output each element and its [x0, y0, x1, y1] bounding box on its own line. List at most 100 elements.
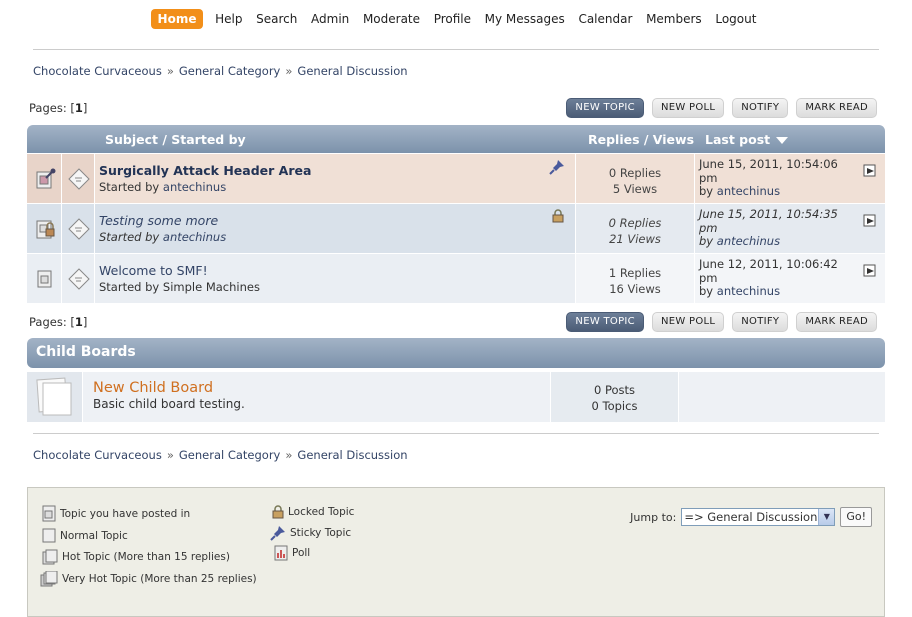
mark-read-button[interactable]: MARK READ	[796, 98, 877, 118]
last-post-author-link[interactable]: antechinus	[717, 184, 780, 198]
nav-search[interactable]: Search	[251, 9, 302, 29]
topic-buttons: NEW TOPIC NEW POLL NOTIFY MARK READ	[566, 312, 877, 332]
topic-table-header: Subject / Started by Replies / Views Las…	[27, 125, 885, 153]
jump-to-label: Jump to:	[630, 510, 677, 524]
breadcrumb: Chocolate Curvaceous » General Category » Ge…	[33, 448, 408, 462]
new-poll-button[interactable]: NEW POLL	[651, 98, 725, 118]
topic-title-link[interactable]: Welcome to SMF!	[99, 263, 575, 278]
pages-close: ]	[82, 101, 88, 115]
subject-header[interactable]: Subject / Started by	[105, 132, 246, 147]
last-post-author-link[interactable]: antechinus	[717, 234, 780, 248]
stats-cell: 1 Replies 16 Views	[576, 254, 695, 303]
breadcrumb: Chocolate Curvaceous » General Category » Ge…	[33, 64, 408, 78]
last-post-date: June 12, 2011, 10:06:42 pm	[699, 257, 838, 285]
message-icon-cell	[62, 204, 95, 253]
topic-legend: Topic you have posted in Normal Topic Ho…	[27, 487, 885, 617]
child-board-row: New Child Board Basic child board testin…	[27, 372, 885, 422]
started-by-label: Started by	[99, 180, 160, 194]
jump-to-form: Jump to: => General Discussion ▼ Go!	[630, 507, 872, 527]
message-icon	[68, 218, 90, 240]
topic-author-link[interactable]: antechinus	[163, 180, 226, 194]
topic-status-cell	[27, 254, 62, 303]
nav-admin[interactable]: Admin	[306, 9, 354, 29]
breadcrumb-forum[interactable]: Chocolate Curvaceous	[33, 448, 162, 462]
notify-button[interactable]: NOTIFY	[732, 98, 789, 118]
posts-count: 0 Posts	[593, 383, 636, 397]
started-by-label: Started by	[99, 230, 160, 244]
current-page[interactable]: 1	[75, 315, 83, 329]
last-post-by-label: by	[699, 284, 714, 298]
child-board-link[interactable]: New Child Board	[93, 380, 550, 396]
go-button[interactable]: Go!	[840, 507, 872, 527]
subject-cell: Testing some more Started by antechinus	[95, 204, 576, 253]
chevron-down-icon[interactable]: ▼	[818, 509, 835, 525]
legend-very-hot-label: Very Hot Topic (More than 25 replies)	[62, 573, 257, 585]
pagination: Pages: [1]	[29, 101, 87, 115]
subject-cell: Welcome to SMF! Started by Simple Machin…	[95, 254, 576, 303]
pages-label: Pages: [	[29, 101, 75, 115]
last-post-by-label: by	[699, 184, 714, 198]
nav-profile[interactable]: Profile	[429, 9, 476, 29]
board-stats-cell: 0 Posts 0 Topics	[550, 372, 678, 422]
breadcrumb-board[interactable]: General Discussion	[297, 64, 407, 78]
last-post-header-label: Last post	[705, 132, 771, 147]
nav-home[interactable]: Home	[150, 9, 204, 29]
last-post-header[interactable]: Last post	[705, 132, 789, 147]
legend-poll: Poll	[274, 545, 310, 561]
nav-logout[interactable]: Logout	[710, 9, 761, 29]
new-poll-button[interactable]: NEW POLL	[651, 312, 725, 332]
lock-icon	[552, 209, 564, 223]
message-icon	[68, 268, 90, 290]
topic-author-link[interactable]: antechinus	[163, 230, 226, 244]
last-post-cell: June 12, 2011, 10:06:42 pm by antechinus	[695, 254, 885, 303]
hot-topic-icon	[42, 549, 58, 565]
breadcrumb-separator: »	[166, 448, 174, 462]
legend-hot: Hot Topic (More than 15 replies)	[42, 549, 230, 565]
stats-header[interactable]: Replies / Views	[588, 132, 694, 147]
sort-down-icon	[776, 137, 789, 144]
last-post-date: June 15, 2011, 10:54:06 pm	[699, 157, 838, 185]
last-post-goto-icon[interactable]	[863, 264, 877, 278]
board-no-new-posts-icon	[36, 377, 72, 416]
last-post-goto-icon[interactable]	[863, 214, 877, 228]
legend-normal: Normal Topic	[42, 528, 128, 544]
mark-read-button[interactable]: MARK READ	[796, 312, 877, 332]
divider	[33, 49, 879, 50]
topic-title-link[interactable]: Surgically Attack Header Area	[99, 163, 575, 178]
jump-to-select[interactable]: => General Discussion ▼	[681, 508, 836, 526]
topic-status-cell	[27, 154, 62, 203]
breadcrumb-board[interactable]: General Discussion	[297, 448, 407, 462]
sticky-pin-icon	[270, 526, 285, 541]
nav-help[interactable]: Help	[210, 9, 247, 29]
last-post-goto-icon[interactable]	[863, 164, 877, 178]
breadcrumb-separator: »	[285, 64, 293, 78]
legend-locked-label: Locked Topic	[288, 506, 355, 518]
pagination: Pages: [1]	[29, 315, 87, 329]
sticky-pin-icon	[549, 160, 564, 175]
breadcrumb-category[interactable]: General Category	[179, 448, 281, 462]
legend-very-hot: Very Hot Topic (More than 25 replies)	[40, 571, 257, 587]
nav-members[interactable]: Members	[641, 9, 707, 29]
started-by-label: Started by	[99, 280, 160, 294]
pages-label: Pages: [	[29, 315, 75, 329]
breadcrumb-category[interactable]: General Category	[179, 64, 281, 78]
breadcrumb-separator: »	[285, 448, 293, 462]
last-post-author-link[interactable]: antechinus	[717, 284, 780, 298]
breadcrumb-forum[interactable]: Chocolate Curvaceous	[33, 64, 162, 78]
child-boards-title: Child Boards	[36, 344, 136, 360]
legend-sticky: Sticky Topic	[270, 525, 351, 541]
notify-button[interactable]: NOTIFY	[732, 312, 789, 332]
legend-sticky-label: Sticky Topic	[290, 527, 352, 539]
new-topic-button[interactable]: NEW TOPIC	[566, 312, 644, 332]
topic-title-link[interactable]: Testing some more	[99, 213, 575, 228]
nav-moderate[interactable]: Moderate	[358, 9, 425, 29]
new-topic-button[interactable]: NEW TOPIC	[566, 98, 644, 118]
main-menu: Home Help Search Admin Moderate Profile …	[0, 9, 912, 29]
lock-icon	[272, 505, 284, 519]
replies-count: 0 Replies	[608, 216, 662, 230]
child-boards-header: Child Boards	[27, 338, 885, 368]
nav-calendar[interactable]: Calendar	[573, 9, 637, 29]
current-page[interactable]: 1	[75, 101, 83, 115]
topic-buttons: NEW TOPIC NEW POLL NOTIFY MARK READ	[566, 98, 877, 118]
nav-my-messages[interactable]: My Messages	[480, 9, 570, 29]
